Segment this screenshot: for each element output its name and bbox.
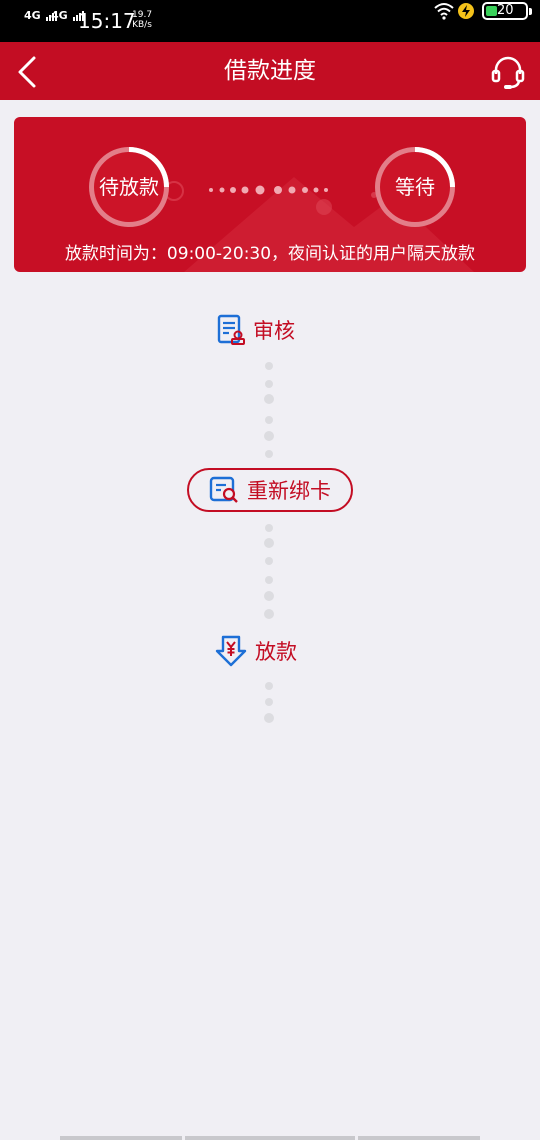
- timeline-dot: [265, 698, 273, 706]
- page-title: 借款进度: [224, 58, 316, 84]
- step-review: 审核: [217, 314, 295, 346]
- battery-level: 20: [497, 3, 514, 18]
- timeline-dot: [264, 538, 274, 548]
- status-circle-pending: 待放款: [89, 147, 169, 227]
- review-document-icon: [217, 314, 245, 345]
- nav-bar-segment: [60, 1136, 182, 1140]
- timeline-dot: [264, 713, 274, 723]
- timeline-dot: [265, 416, 273, 424]
- step-disburse-label: 放款: [255, 640, 297, 664]
- timeline-dot: [264, 431, 274, 441]
- nav-bar-segment: [185, 1136, 355, 1140]
- step-disburse: 放款: [215, 634, 297, 668]
- timeline-dot: [265, 450, 273, 458]
- charging-icon: [458, 3, 474, 19]
- timeline-dot: [264, 394, 274, 404]
- rebind-card-icon: [209, 476, 238, 503]
- progress-banner: 待放款 等待 放款时间为：09:00-20:30，夜间认证的用户隔天放款: [14, 117, 526, 272]
- waiting-label: 等待: [395, 175, 435, 199]
- top-app-bar: 借款进度: [0, 42, 540, 100]
- rebind-card-label: 重新绑卡: [247, 479, 331, 503]
- status-circle-waiting: 等待: [375, 147, 455, 227]
- timeline-dot: [265, 557, 273, 565]
- timeline-dot: [265, 380, 273, 388]
- timeline-dot: [265, 524, 273, 532]
- network-speed: 19.7 KB/s: [132, 10, 153, 30]
- pending-disbursement-label: 待放款: [99, 175, 159, 199]
- customer-service-icon[interactable]: [488, 52, 528, 92]
- disbursement-time-note: 放款时间为：09:00-20:30，夜间认证的用户隔天放款: [64, 244, 476, 264]
- timeline-dot: [265, 576, 273, 584]
- step-review-label: 审核: [253, 319, 295, 343]
- timeline-dot: [265, 682, 273, 690]
- wifi-icon: [434, 3, 454, 20]
- rebind-card-button[interactable]: 重新绑卡: [187, 468, 353, 512]
- status-bar: 4G 4G 15:17 19.7 KB/s 20: [0, 0, 540, 42]
- timeline-dot: [265, 362, 273, 370]
- timeline-dot: [264, 609, 274, 619]
- battery-icon: 20: [482, 2, 532, 20]
- timeline-dot: [264, 591, 274, 601]
- disburse-yuan-icon: [215, 635, 247, 667]
- nav-bar-segment: [358, 1136, 480, 1140]
- clock: 15:17: [78, 9, 136, 33]
